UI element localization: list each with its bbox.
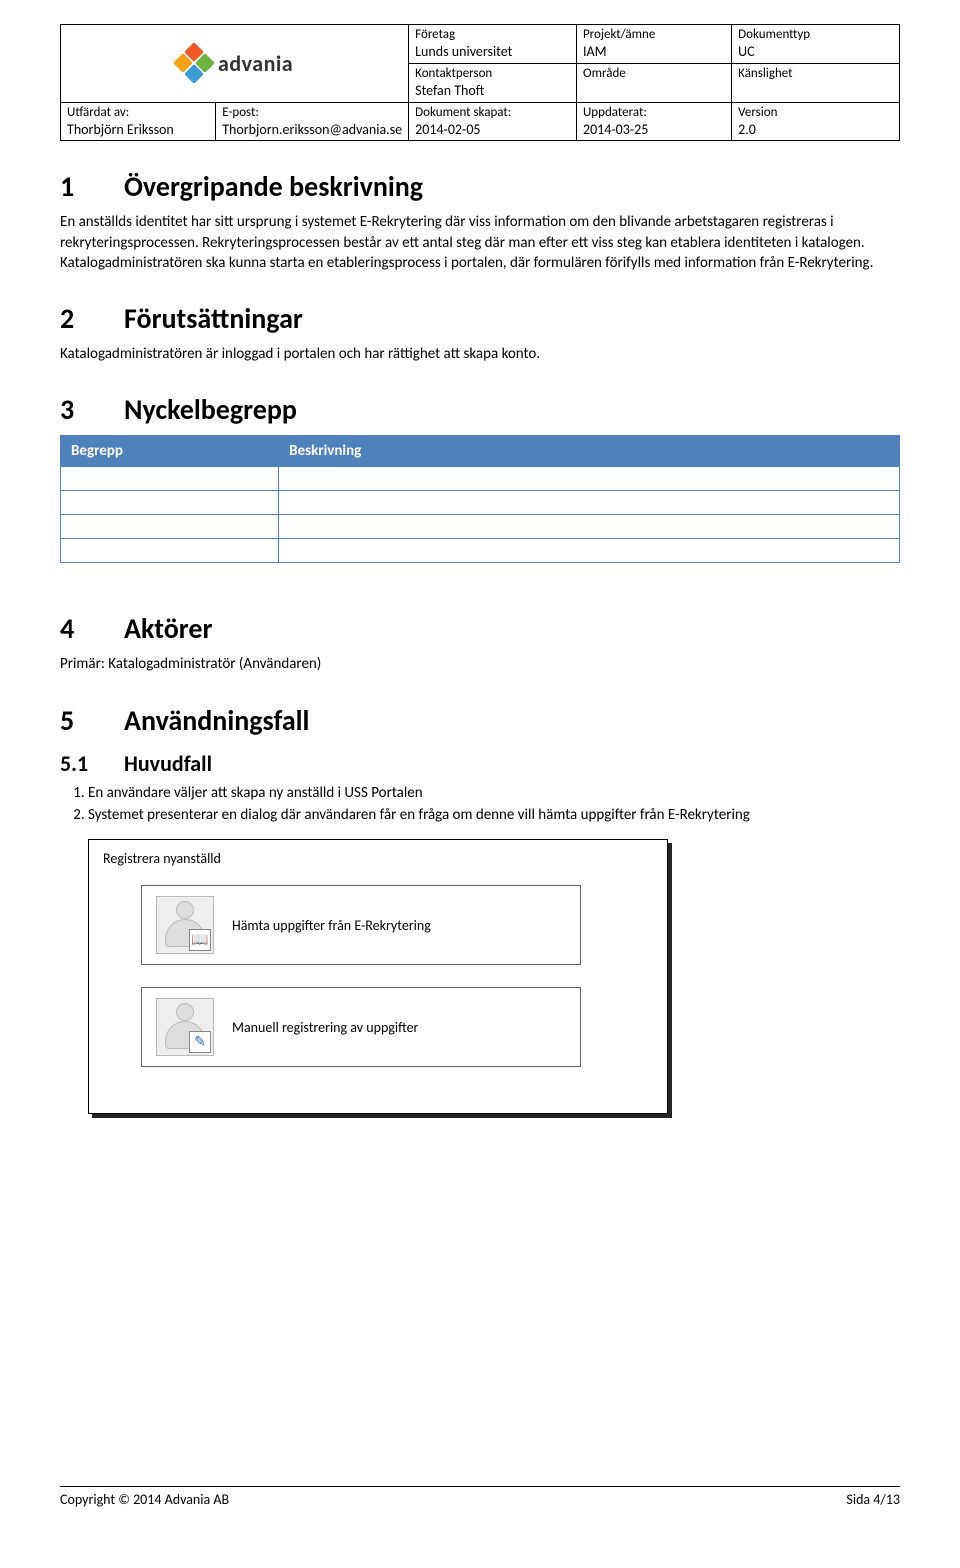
section-5-heading: 5Användningsfall (60, 703, 900, 738)
table-row (61, 467, 900, 491)
hdr-projekt: Projekt/ämne IAM (576, 25, 731, 64)
list-item: En användare väljer att skapa ny anställ… (88, 783, 900, 803)
footer-copyright: Copyright © 2014 Advania AB (60, 1491, 229, 1508)
hdr-omrade: Område (576, 63, 731, 102)
company-logo: advania (65, 33, 404, 93)
dialog-option-manual[interactable]: ✎ Manuell registrering av uppgifter (141, 987, 581, 1067)
dialog-option-manual-label: Manuell registrering av uppgifter (232, 1019, 418, 1036)
table-row (61, 515, 900, 539)
hdr-skapat: Dokument skapat: 2014-02-05 (409, 102, 577, 141)
pencil-icon: ✎ (189, 1031, 211, 1053)
section-2-body: Katalogadministratören är inloggad i por… (60, 344, 900, 364)
hdr-kanslighet: Känslighet (732, 63, 900, 102)
hdr-epost: E-post: Thorbjorn.eriksson@advania.se (216, 102, 409, 141)
list-item: Systemet presenterar en dialog där använ… (88, 805, 900, 825)
person-book-icon: 📖 (156, 896, 214, 954)
hdr-foretag: Företag Lunds universitet (409, 25, 577, 64)
hdr-uppdaterat: Uppdaterat: 2014-03-25 (576, 102, 731, 141)
table-row (61, 491, 900, 515)
hdr-dokumenttyp: Dokumenttyp UC (732, 25, 900, 64)
dialog-title: Registrera nyanställd (103, 850, 653, 867)
hdr-utfardat: Utfärdat av: Thorbjörn Eriksson (61, 102, 216, 141)
section-1-heading: 1Övergripande beskrivning (60, 169, 900, 204)
logo-text: advania (218, 50, 293, 78)
dialog-option-fetch[interactable]: 📖 Hämta uppgifter från E-Rekrytering (141, 885, 581, 965)
logo-cell: advania (61, 25, 409, 103)
person-pen-icon: ✎ (156, 998, 214, 1056)
page-footer: Copyright © 2014 Advania AB Sida 4/13 (60, 1486, 900, 1508)
huvudfall-steps: En användare väljer att skapa ny anställ… (88, 783, 900, 826)
footer-page-number: Sida 4/13 (846, 1491, 900, 1508)
hdr-kontaktperson: Kontaktperson Stefan Thoft (409, 63, 577, 102)
section-4-body: Primär: Katalogadministratör (Användaren… (60, 654, 900, 674)
section-3-heading: 3Nyckelbegrepp (60, 392, 900, 427)
dialog-illustration: Registrera nyanställd 📖 Hämta uppgifter … (88, 839, 668, 1114)
document-header: advania Företag Lunds universitet Projek… (60, 24, 900, 141)
dialog-option-fetch-label: Hämta uppgifter från E-Rekrytering (232, 917, 431, 934)
logo-mark-icon (176, 45, 212, 81)
section-4-heading: 4Aktörer (60, 611, 900, 646)
begrepp-th-1: Begrepp (61, 436, 279, 467)
section-5-1-heading: 5.1Huvudfall (60, 750, 900, 777)
table-row (61, 539, 900, 563)
section-1-body: En anställds identitet har sitt ursprung… (60, 212, 900, 273)
section-2-heading: 2Förutsättningar (60, 301, 900, 336)
begrepp-th-2: Beskrivning (279, 436, 900, 467)
hdr-version: Version 2.0 (732, 102, 900, 141)
begrepp-table: Begrepp Beskrivning (60, 435, 900, 563)
book-icon: 📖 (189, 929, 211, 951)
